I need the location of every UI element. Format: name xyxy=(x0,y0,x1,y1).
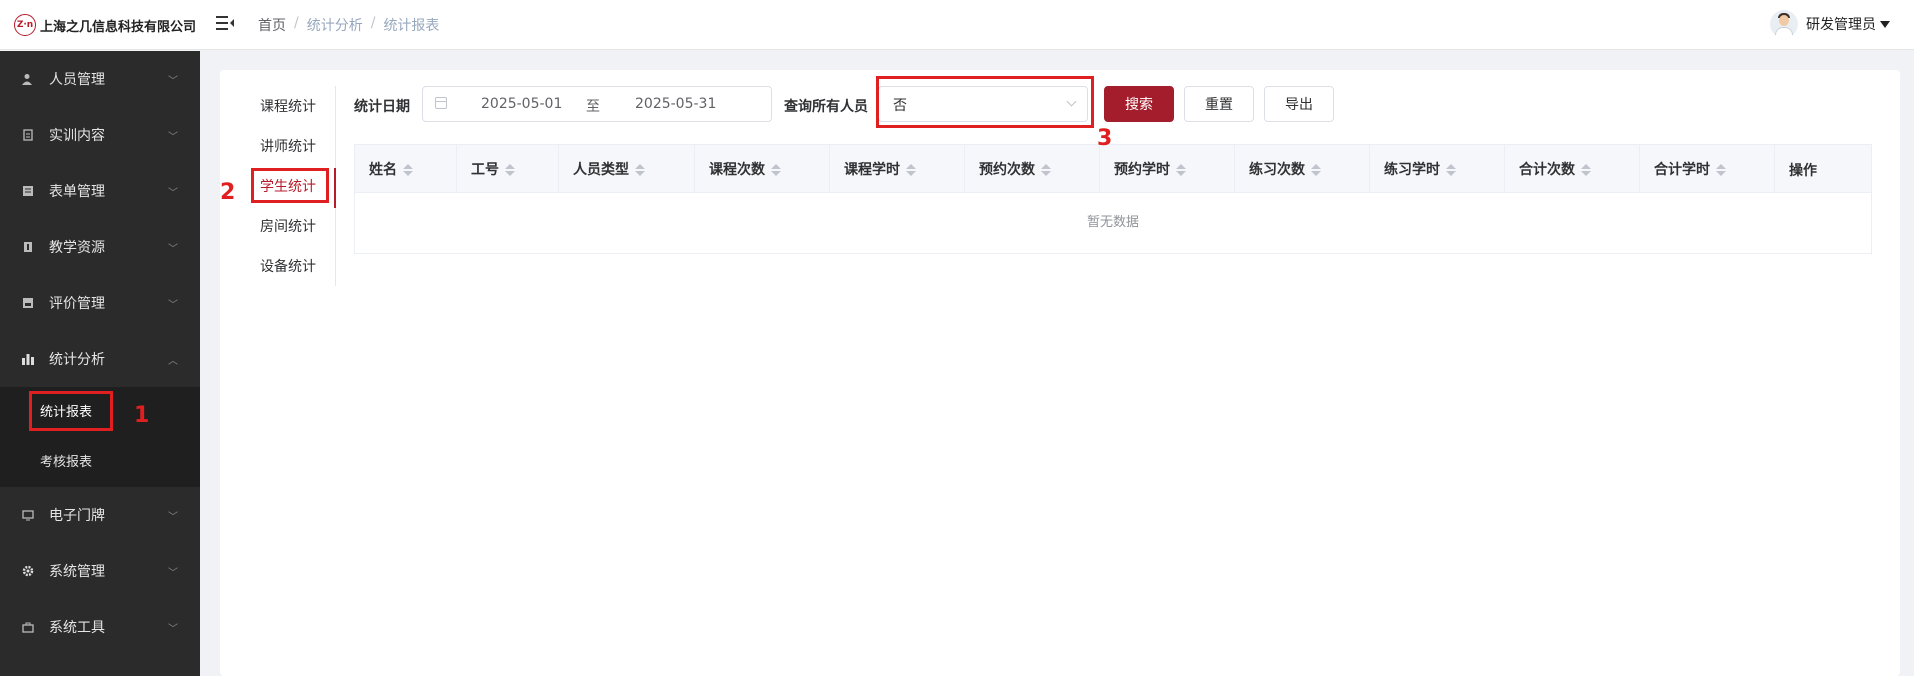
sidebar-item-forms[interactable]: 表单管理 ﹀ xyxy=(0,163,200,219)
breadcrumb-report: 统计报表 xyxy=(383,18,440,34)
chevron-down-icon: ﹀ xyxy=(168,299,178,311)
th-total-count[interactable]: 合计次数 xyxy=(1505,145,1640,193)
chevron-up-icon: ︿ xyxy=(168,355,178,367)
chevron-down-icon: ﹀ xyxy=(168,623,178,635)
date-range-picker[interactable]: 2025-05-01 至 2025-05-31 xyxy=(422,86,772,122)
all-personnel-label: 查询所有人员 xyxy=(784,99,868,115)
book-icon xyxy=(24,242,32,252)
form-icon xyxy=(23,186,33,196)
calendar-icon xyxy=(435,97,447,109)
th-person-type[interactable]: 人员类型 xyxy=(559,145,695,193)
search-button[interactable]: 搜索 xyxy=(1104,86,1174,122)
bar-chart-icon xyxy=(22,354,34,365)
annotation-box-3 xyxy=(876,76,1094,128)
date-start[interactable]: 2025-05-01 xyxy=(481,96,562,112)
stats-table: 姓名 工号 人员类型 课程次数 课程学时 预约次数 预约学时 练习次数 练习学时… xyxy=(354,144,1872,254)
sort-icon xyxy=(1311,164,1321,176)
sort-icon xyxy=(635,164,645,176)
table-header: 姓名 工号 人员类型 课程次数 课程学时 预约次数 预约学时 练习次数 练习学时… xyxy=(355,145,1871,193)
date-separator: 至 xyxy=(586,99,600,115)
sort-icon xyxy=(1176,164,1186,176)
sidebar-item-system-tools[interactable]: 系统工具 ﹀ xyxy=(0,599,200,655)
sort-icon xyxy=(505,164,515,176)
chevron-down-icon: ﹀ xyxy=(168,567,178,579)
sort-icon xyxy=(771,164,781,176)
th-total-hours[interactable]: 合计学时 xyxy=(1640,145,1775,193)
gear-icon xyxy=(22,565,34,577)
tab-active-indicator xyxy=(334,168,336,208)
company-name: 上海之几信息科技有限公司 xyxy=(40,19,197,35)
sort-icon xyxy=(403,164,413,176)
avatar[interactable] xyxy=(1770,10,1798,38)
user-icon xyxy=(22,74,32,85)
sidebar-item-system-admin[interactable]: 系统管理 ﹀ xyxy=(0,543,200,599)
breadcrumb: 首页 / 统计分析 / 统计报表 xyxy=(258,15,440,35)
th-course-hours[interactable]: 课程学时 xyxy=(830,145,965,193)
breadcrumb-stats[interactable]: 统计分析 xyxy=(307,15,363,35)
reset-button[interactable]: 重置 xyxy=(1184,86,1254,122)
annotation-box-1 xyxy=(29,391,113,431)
th-booking-count[interactable]: 预约次数 xyxy=(965,145,1100,193)
chevron-down-icon: ﹀ xyxy=(168,187,178,199)
sort-icon xyxy=(1446,164,1456,176)
annotation-number-1: 1 xyxy=(134,403,150,428)
date-end[interactable]: 2025-05-31 xyxy=(635,96,716,112)
sidebar-item-evaluation[interactable]: 评价管理 ﹀ xyxy=(0,275,200,331)
sidebar-item-statistics[interactable]: 统计分析 ︿ xyxy=(0,331,200,387)
user-name[interactable]: 研发管理员 xyxy=(1806,14,1876,34)
sidebar-item-personnel[interactable]: 人员管理 ﹀ xyxy=(0,51,200,107)
th-practice-hours[interactable]: 练习学时 xyxy=(1370,145,1505,193)
document-icon xyxy=(23,129,33,141)
top-header: Z·n 上海之几信息科技有限公司 首页 / 统计分析 / 统计报表 研发管理员 xyxy=(0,0,1914,50)
tab-room-stats[interactable]: 房间统计 xyxy=(260,216,316,236)
chevron-down-icon: ﹀ xyxy=(168,511,178,523)
chevron-down-icon: ﹀ xyxy=(168,75,178,87)
menu-toggle-icon[interactable] xyxy=(216,14,234,32)
th-practice-count[interactable]: 练习次数 xyxy=(1235,145,1370,193)
chevron-down-icon: ﹀ xyxy=(168,243,178,255)
th-name[interactable]: 姓名 xyxy=(355,145,457,193)
sidebar-item-door-sign[interactable]: 电子门牌 ﹀ xyxy=(0,487,200,543)
tab-lecturer-stats[interactable]: 讲师统计 xyxy=(260,136,316,156)
th-actions: 操作 xyxy=(1789,163,1817,179)
export-button[interactable]: 导出 xyxy=(1264,86,1334,122)
sidebar-item-training[interactable]: 实训内容 ﹀ xyxy=(0,107,200,163)
tab-device-stats[interactable]: 设备统计 xyxy=(260,256,316,276)
sort-icon xyxy=(906,164,916,176)
th-employee-id[interactable]: 工号 xyxy=(457,145,559,193)
sidebar-item-resources[interactable]: 教学资源 ﹀ xyxy=(0,219,200,275)
caret-down-icon[interactable] xyxy=(1880,20,1890,28)
monitor-icon xyxy=(22,510,34,521)
sort-icon xyxy=(1581,164,1591,176)
empty-state: 暂无数据 xyxy=(1086,215,1139,230)
logo-mark-icon: Z·n xyxy=(14,14,36,36)
tab-course-stats[interactable]: 课程统计 xyxy=(260,96,316,116)
main-panel: 课程统计 讲师统计 学生统计 房间统计 设备统计 统计日期 2025-05-01… xyxy=(220,70,1900,676)
th-booking-hours[interactable]: 预约学时 xyxy=(1100,145,1235,193)
chevron-down-icon: ﹀ xyxy=(168,131,178,143)
date-label: 统计日期 xyxy=(354,99,410,115)
sort-icon xyxy=(1041,164,1051,176)
company-logo[interactable]: Z·n 上海之几信息科技有限公司 xyxy=(14,14,196,36)
sidebar: 人员管理 ﹀ 实训内容 ﹀ 表单管理 ﹀ 教学资源 ﹀ 评价管理 ﹀ 统计分析 … xyxy=(0,51,200,676)
annotation-box-2 xyxy=(251,168,329,203)
toolbox-icon xyxy=(22,622,34,633)
annotation-number-3: 3 xyxy=(1097,126,1113,151)
th-course-count[interactable]: 课程次数 xyxy=(695,145,830,193)
breadcrumb-home[interactable]: 首页 xyxy=(258,15,286,35)
user-menu[interactable]: 研发管理员 xyxy=(1770,10,1890,38)
submenu-item-assessment-report[interactable]: 考核报表 xyxy=(40,451,92,470)
annotation-number-2: 2 xyxy=(220,180,236,205)
sort-icon xyxy=(1716,164,1726,176)
evaluation-icon xyxy=(23,298,33,308)
